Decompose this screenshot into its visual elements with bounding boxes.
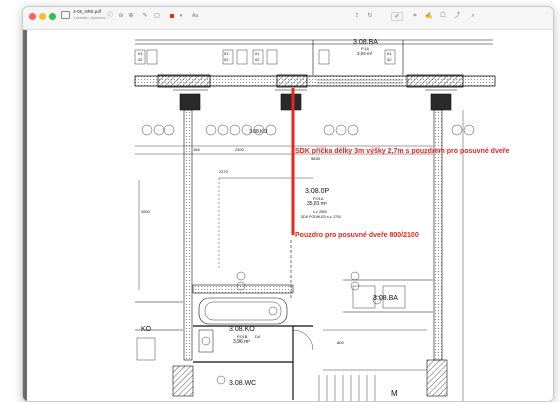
zoom-out-icon[interactable]: ⊖ (117, 12, 125, 21)
zoom-in-icon[interactable]: ⊕ (127, 12, 135, 21)
crop-icon[interactable]: ⌗ (411, 12, 419, 21)
room-note-main-1: s.v. 2800 (313, 210, 327, 214)
sidebar-icon[interactable] (61, 11, 70, 19)
title-bar: 3-05_NR5.pdf 1 stránka • Upraveno ⓘ ⊖ ⊕ … (23, 7, 553, 30)
room-code-m: M (391, 389, 398, 398)
room-code-overlap: 3.08.KO (249, 129, 268, 135)
room-code-ko-side: KO (141, 326, 152, 333)
dim-5835: 5835 (311, 156, 320, 161)
tag-01-b: 01 (255, 51, 260, 56)
search-icon[interactable]: ⌕ (469, 12, 477, 21)
dim-4500: 4500 (141, 209, 150, 214)
room-code-top: 3.08.BA (353, 39, 378, 46)
tag-01-a: 01 (224, 51, 229, 56)
share-export-icon[interactable]: ⤴ (453, 12, 461, 21)
color-swatch-icon[interactable] (170, 14, 174, 18)
pdf-viewer-window: 3-05_NR5.pdf 1 stránka • Upraveno ⓘ ⊖ ⊕ … (22, 6, 554, 402)
door-tag-d4: D4 (255, 334, 261, 339)
share-icon[interactable]: ⇪ (353, 12, 361, 21)
form-icon[interactable]: ☐ (439, 12, 447, 21)
dim-2400: 2400 (235, 147, 244, 152)
close-window-button[interactable] (29, 13, 36, 20)
room-area-ko: 3,96 m² (233, 339, 250, 345)
document-subtitle: 1 stránka • Upraveno (73, 16, 106, 20)
tag-k1-right: K1 (387, 51, 392, 56)
annotate-icon[interactable]: ✍ (425, 12, 433, 21)
room-area-top: 3,04 m² (357, 51, 373, 56)
tag-02-a: 02 (224, 57, 229, 62)
tag-k1-left: K1 (138, 51, 143, 56)
room-code-wc: 3.08.WC (229, 380, 257, 387)
maximize-window-button[interactable] (49, 13, 56, 20)
room-code-main: 3.08.0P (305, 188, 330, 195)
info-icon[interactable]: ⓘ (106, 12, 114, 21)
shape-icon[interactable]: ▢ (153, 12, 161, 21)
document-title: 3-05_NR5.pdf (73, 9, 102, 14)
dim-165: 165 (193, 147, 200, 152)
markup-toolbar-button[interactable]: ✐ (391, 12, 403, 21)
room-note-main-2: SDK PODHLED s.v. 2700 (301, 215, 342, 219)
chevron-down-icon[interactable]: ▾ (178, 12, 184, 21)
annotation-sliding-door-pocket[interactable]: Pouzdro pro posuvné dveře 800/2100 (295, 232, 419, 239)
floor-plan-drawing (134, 39, 496, 401)
dim-2270: 2270 (219, 169, 228, 174)
highlight-icon[interactable]: ✎ (141, 12, 149, 21)
room-area-main: 35,81 m² (307, 201, 327, 207)
tag-02-left: 02 (138, 57, 143, 62)
door-tag-800: 800 (337, 340, 344, 345)
room-code-right: 3.08.BA (373, 295, 398, 302)
rotate-icon[interactable]: ↻ (366, 12, 374, 21)
minimize-window-button[interactable] (39, 13, 46, 20)
room-code-ko: 3.08.KO (229, 326, 255, 333)
pdf-page-canvas[interactable]: 3.08.BA P.18 3,04 m² K1 02 01 02 01 02 K… (23, 30, 553, 401)
tag-02-right: 02 (387, 57, 392, 62)
tag-02-b: 02 (255, 57, 260, 62)
annotation-sdk-partition[interactable]: SDK příčka délky 3m výšky 2,7m s pouzdre… (295, 148, 509, 155)
text-style-button[interactable]: Aa (189, 12, 201, 21)
